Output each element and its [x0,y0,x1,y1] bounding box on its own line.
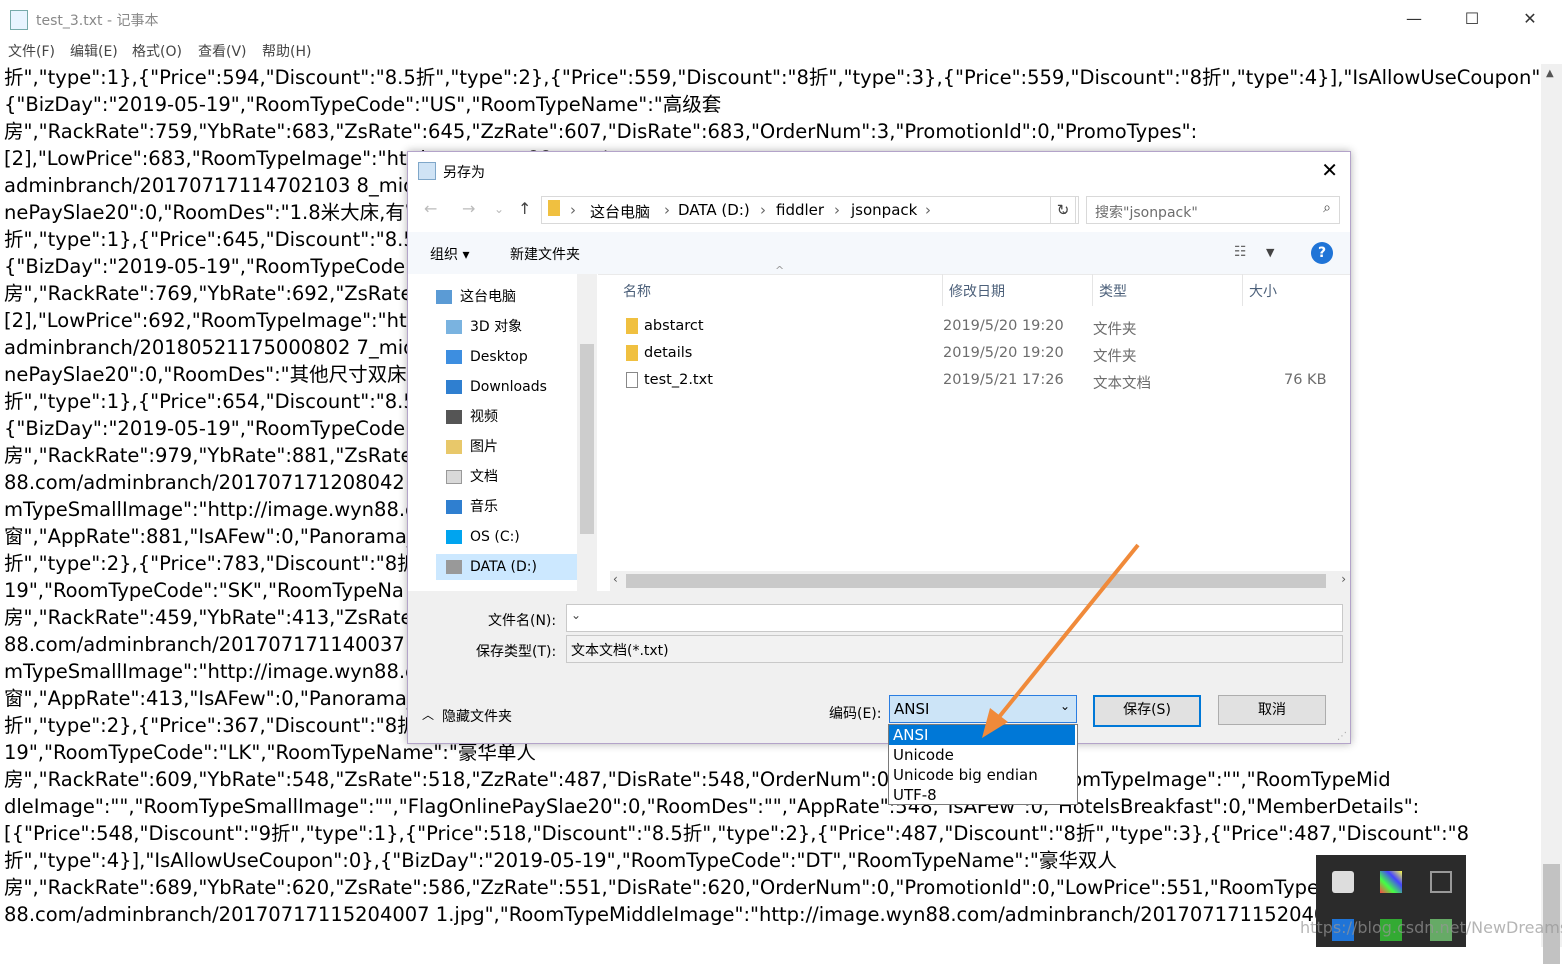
camera-icon[interactable] [1430,871,1452,893]
annotation-arrow [982,543,1140,738]
watermark: https://blog.csdn.net/NewDreamstyle [1300,918,1562,937]
color-app-icon[interactable] [1380,871,1402,893]
security-shield-icon[interactable] [1332,871,1354,893]
arrow-shaft [993,543,1140,724]
